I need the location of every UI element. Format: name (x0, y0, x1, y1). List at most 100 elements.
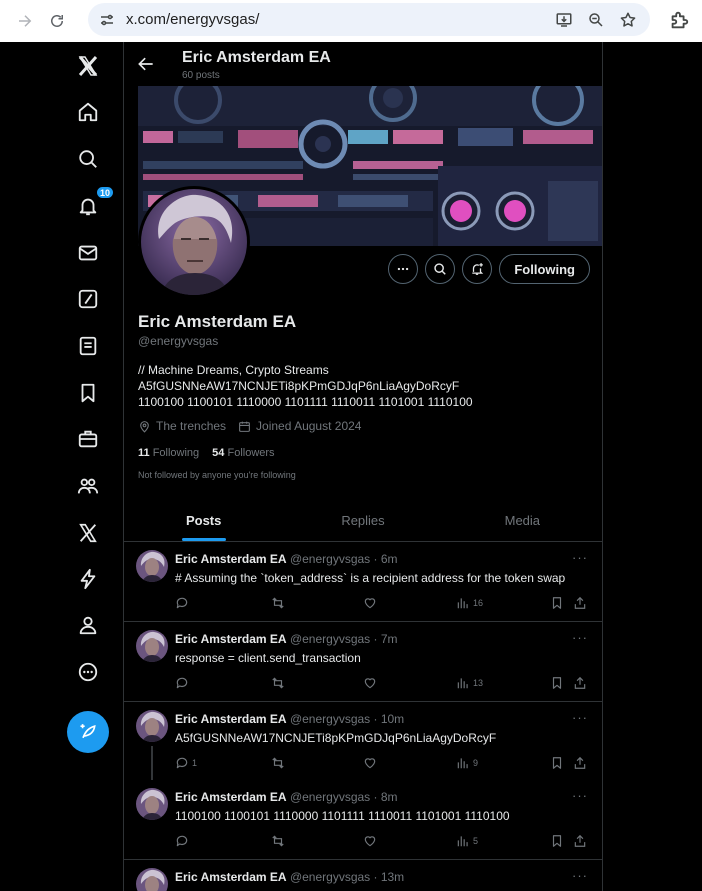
premium-x-icon[interactable] (74, 519, 102, 547)
tweet-header: Eric Amsterdam EA @energyvsgas · 8m (175, 790, 398, 804)
more-actions-button[interactable] (388, 254, 419, 284)
more-options-icon[interactable] (74, 658, 102, 686)
tweet-actions: 16 (175, 596, 589, 612)
views-button[interactable]: 13 (456, 676, 483, 690)
bookmark-tweet-button[interactable] (550, 676, 564, 690)
lists-icon[interactable] (74, 332, 102, 360)
bookmark-tweet-button[interactable] (550, 596, 564, 610)
home-icon[interactable] (74, 98, 102, 126)
back-arrow-icon[interactable] (136, 54, 156, 74)
reply-button[interactable] (175, 834, 192, 848)
bookmarks-icon[interactable] (74, 379, 102, 407)
share-button[interactable] (573, 834, 587, 848)
tweet-author-name[interactable]: Eric Amsterdam EA (175, 552, 287, 566)
tweet-handle-time[interactable]: @energyvsgas · 8m (290, 790, 398, 804)
like-button[interactable] (363, 756, 377, 770)
extensions-icon[interactable] (668, 9, 690, 31)
jobs-briefcase-icon[interactable] (74, 425, 102, 453)
repost-button[interactable] (271, 756, 285, 770)
tweet-more-icon[interactable]: ··· (572, 630, 588, 645)
browser-forward-icon[interactable] (10, 6, 40, 36)
tweet-avatar[interactable] (136, 788, 168, 820)
tweet[interactable]: Eric Amsterdam EA @energyvsgas · 7m ··· r… (124, 622, 602, 702)
share-button[interactable] (573, 596, 587, 610)
tweet-handle-time[interactable]: @energyvsgas · 7m (290, 632, 398, 646)
thread-connector (151, 746, 153, 780)
tweet-handle-time[interactable]: @energyvsgas · 6m (290, 552, 398, 566)
tweet[interactable]: Eric Amsterdam EA @energyvsgas · 10m ···… (124, 702, 602, 780)
like-button[interactable] (363, 834, 377, 848)
verified-orgs-lightning-icon[interactable] (74, 565, 102, 593)
tweet[interactable]: Eric Amsterdam EA @energyvsgas · 6m ··· #… (124, 542, 602, 622)
following-count: 11 (138, 447, 150, 459)
views-button[interactable]: 9 (456, 756, 478, 770)
like-button[interactable] (363, 676, 377, 690)
search-profile-button[interactable] (425, 254, 456, 284)
tweet-author-name[interactable]: Eric Amsterdam EA (175, 632, 287, 646)
tweet-actions: 13 (175, 676, 589, 692)
tweet-author-name[interactable]: Eric Amsterdam EA (175, 712, 287, 726)
like-button[interactable] (363, 596, 377, 610)
tab-replies[interactable]: Replies (283, 500, 442, 541)
reply-button[interactable]: 1 (175, 756, 197, 770)
tweet-author-name[interactable]: Eric Amsterdam EA (175, 870, 287, 884)
grok-icon[interactable] (74, 285, 102, 313)
address-bar[interactable]: x.com/energyvsgas/ (88, 3, 650, 36)
profile-avatar[interactable] (138, 186, 250, 298)
reload-icon[interactable] (42, 6, 72, 36)
tweet[interactable]: Eric Amsterdam EA @energyvsgas · 13m ··· (124, 860, 602, 891)
bookmark-tweet-button[interactable] (550, 834, 564, 848)
site-settings-icon[interactable] (98, 11, 116, 29)
views-count: 9 (473, 758, 479, 768)
zoom-icon[interactable] (586, 10, 606, 30)
tweet-handle-time[interactable]: @energyvsgas · 10m (290, 712, 404, 726)
views-button[interactable]: 16 (456, 596, 483, 610)
tab-media[interactable]: Media (443, 500, 602, 541)
repost-button[interactable] (271, 596, 285, 610)
reply-icon (176, 835, 188, 847)
heart-icon (364, 758, 376, 769)
install-app-icon[interactable] (554, 10, 574, 30)
profile-icon[interactable] (74, 611, 102, 639)
compose-post-button[interactable] (67, 711, 109, 753)
share-button[interactable] (573, 756, 587, 770)
bookmark-tweet-button[interactable] (550, 756, 564, 770)
url-text[interactable]: x.com/energyvsgas/ (126, 11, 259, 28)
tweet-more-icon[interactable]: ··· (572, 788, 588, 803)
tweet-author-name[interactable]: Eric Amsterdam EA (175, 790, 287, 804)
tab-posts[interactable]: Posts (124, 500, 283, 541)
following-link[interactable]: 11 Following (138, 447, 199, 459)
repost-button[interactable] (271, 834, 285, 848)
tweet-avatar[interactable] (136, 710, 168, 742)
messages-envelope-icon[interactable] (74, 239, 102, 267)
tweet[interactable]: Eric Amsterdam EA @energyvsgas · 8m ··· 1… (124, 780, 602, 860)
heart-icon (364, 678, 376, 689)
tweet-text: 1100100 1100101 1110000 1101111 1110011 … (175, 809, 510, 823)
reply-button[interactable] (175, 596, 192, 610)
tweet-more-icon[interactable]: ··· (572, 550, 588, 565)
tweet-more-icon[interactable]: ··· (572, 868, 588, 883)
share-icon (574, 596, 586, 609)
communities-icon[interactable] (74, 472, 102, 500)
tweet-handle-time[interactable]: @energyvsgas · 13m (290, 870, 404, 884)
following-button[interactable]: Following (499, 254, 590, 284)
bookmark-icon (552, 597, 562, 609)
profile-bio: // Machine Dreams, Crypto Streams A5fGUS… (138, 362, 473, 410)
reply-button[interactable] (175, 676, 192, 690)
explore-search-icon[interactable] (74, 145, 102, 173)
x-logo-icon[interactable] (74, 52, 102, 80)
reply-count: 1 (192, 758, 198, 768)
subscribe-notifications-button[interactable] (462, 254, 493, 284)
repost-button[interactable] (271, 676, 285, 690)
tweet-more-icon[interactable]: ··· (572, 710, 588, 725)
followers-link[interactable]: 54 Followers (212, 447, 274, 459)
share-button[interactable] (573, 676, 587, 690)
tweet-avatar[interactable] (136, 550, 168, 582)
tweet-avatar[interactable] (136, 868, 168, 891)
views-button[interactable]: 5 (456, 834, 478, 848)
bookmark-star-icon[interactable] (618, 10, 638, 30)
tweet-avatar[interactable] (136, 630, 168, 662)
notifications-bell-icon[interactable]: 10 (74, 186, 115, 220)
profile-header-bar: Eric Amsterdam EA 60 posts (124, 42, 602, 86)
tweet-text: # Assuming the `token_address` is a reci… (175, 571, 566, 585)
